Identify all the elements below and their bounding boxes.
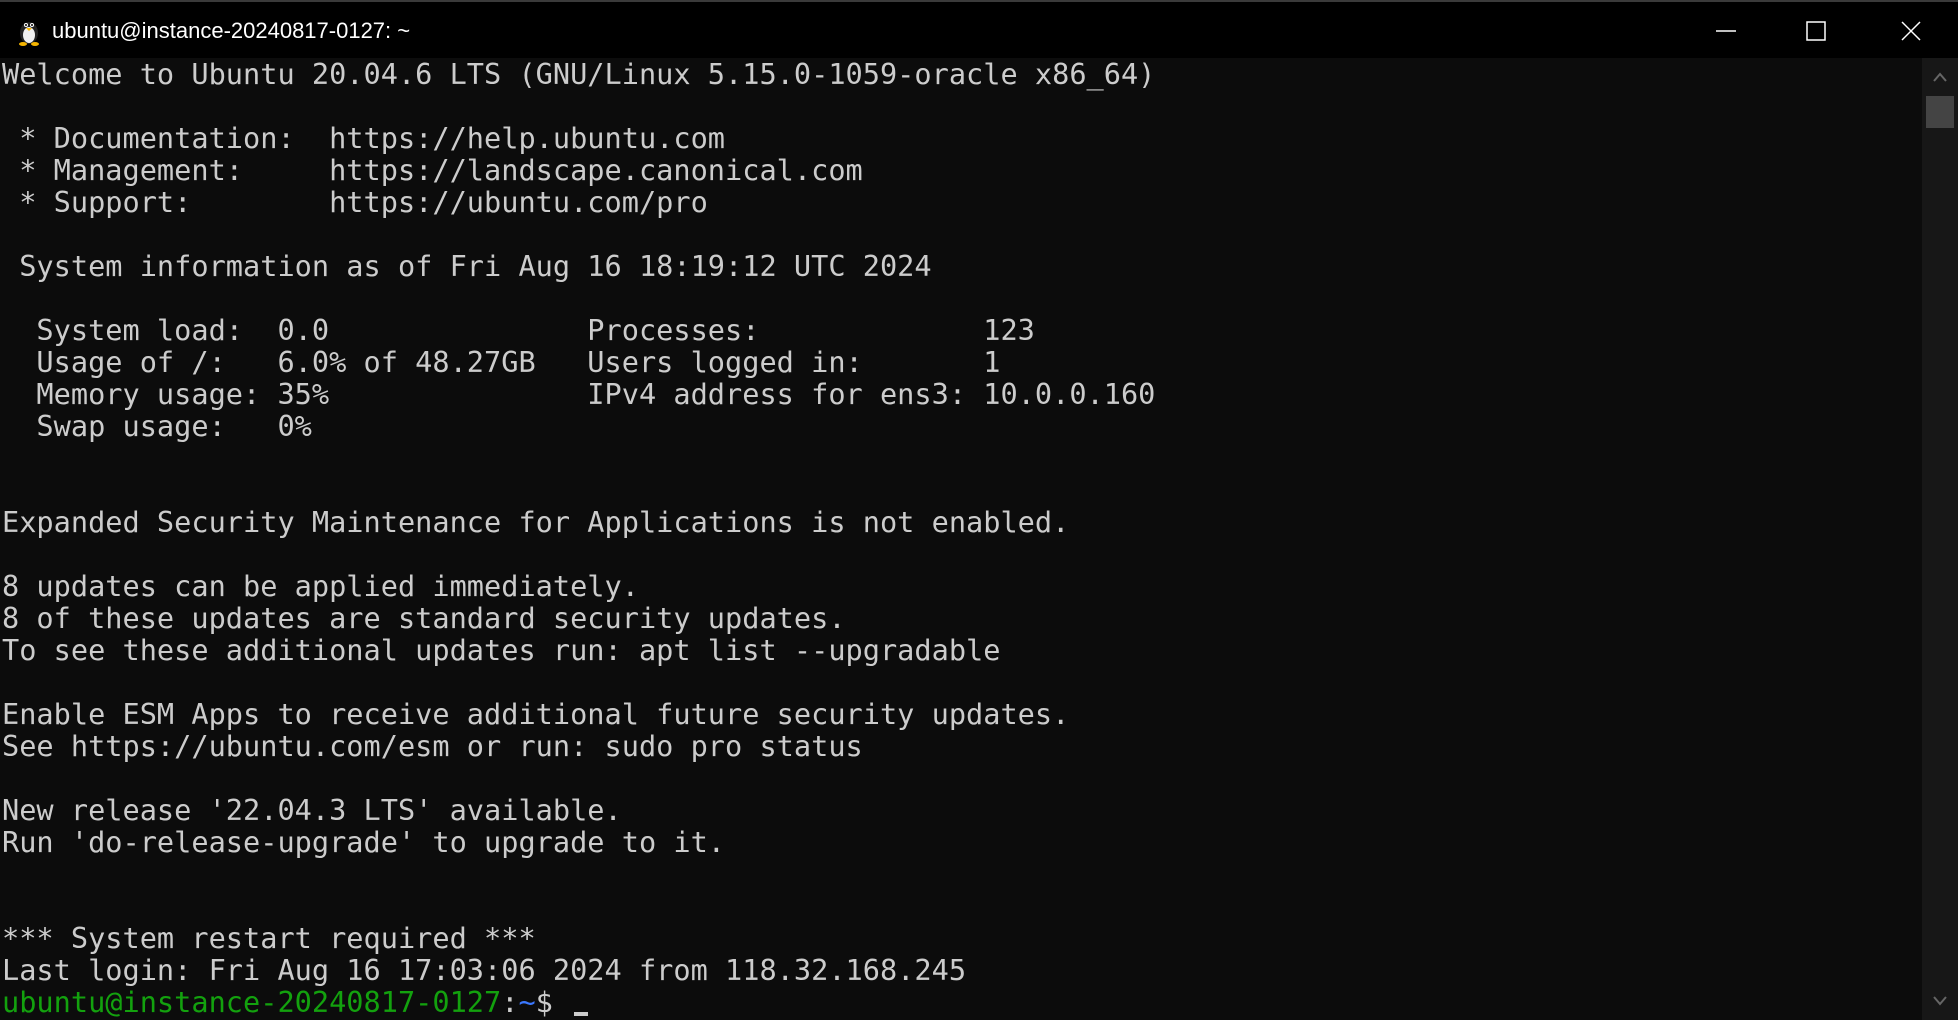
terminal-line: Swap usage: 0% (2, 409, 312, 443)
terminal-line: See https://ubuntu.com/esm or run: sudo … (2, 729, 863, 763)
scroll-up-button[interactable] (1922, 66, 1958, 88)
maximize-button[interactable] (1771, 2, 1861, 60)
chevron-down-icon (1933, 996, 1947, 1006)
terminal-line: Expanded Security Maintenance for Applic… (2, 505, 1070, 539)
terminal-line: Usage of /: 6.0% of 48.27GB Users logged… (2, 345, 1001, 379)
minimize-icon (1716, 30, 1736, 32)
terminal-line: System load: 0.0 Processes: 123 (2, 313, 1035, 347)
terminal-line: New release '22.04.3 LTS' available. (2, 793, 622, 827)
prompt-path: ~ (518, 985, 536, 1019)
text-cursor (574, 1012, 589, 1016)
terminal-line: *** System restart required *** (2, 921, 536, 955)
minimize-button[interactable] (1681, 2, 1771, 60)
prompt-user-host: ubuntu@instance-20240817-0127 (2, 985, 502, 1019)
window-title: ubuntu@instance-20240817-0127: ~ (52, 18, 411, 43)
terminal-line: Memory usage: 35% IPv4 address for ens3:… (2, 377, 1156, 411)
terminal-line: * Documentation: https://help.ubuntu.com (2, 121, 726, 155)
terminal-line: * Support: https://ubuntu.com/pro (2, 185, 708, 219)
close-icon (1900, 21, 1921, 41)
tux-penguin-icon[interactable] (14, 16, 44, 46)
prompt-symbol: $ (535, 985, 571, 1019)
terminal-line: Welcome to Ubuntu 20.04.6 LTS (GNU/Linux… (2, 58, 1156, 91)
close-button[interactable] (1863, 2, 1958, 60)
terminal-line: Last login: Fri Aug 16 17:03:06 2024 fro… (2, 953, 967, 987)
scroll-down-button[interactable] (1922, 990, 1958, 1012)
prompt-line[interactable]: ubuntu@instance-20240817-0127:~$ (2, 985, 589, 1019)
terminal-line: System information as of Fri Aug 16 18:1… (2, 249, 932, 283)
prompt-separator: : (501, 985, 519, 1019)
terminal-line: Enable ESM Apps to receive additional fu… (2, 697, 1070, 731)
terminal-line: 8 updates can be applied immediately. (2, 569, 639, 603)
terminal-line: 8 of these updates are standard security… (2, 601, 846, 635)
vertical-scrollbar[interactable] (1922, 58, 1958, 1020)
scrollbar-thumb[interactable] (1926, 96, 1954, 128)
terminal-output[interactable]: Welcome to Ubuntu 20.04.6 LTS (GNU/Linux… (0, 58, 1922, 1020)
maximize-icon (1806, 21, 1826, 41)
terminal-line: * Management: https://landscape.canonica… (2, 153, 863, 187)
chevron-up-icon (1933, 72, 1947, 82)
terminal-line: Run 'do-release-upgrade' to upgrade to i… (2, 825, 726, 859)
terminal-line: To see these additional updates run: apt… (2, 633, 1001, 667)
title-bar[interactable]: ubuntu@instance-20240817-0127: ~ (0, 0, 1958, 58)
